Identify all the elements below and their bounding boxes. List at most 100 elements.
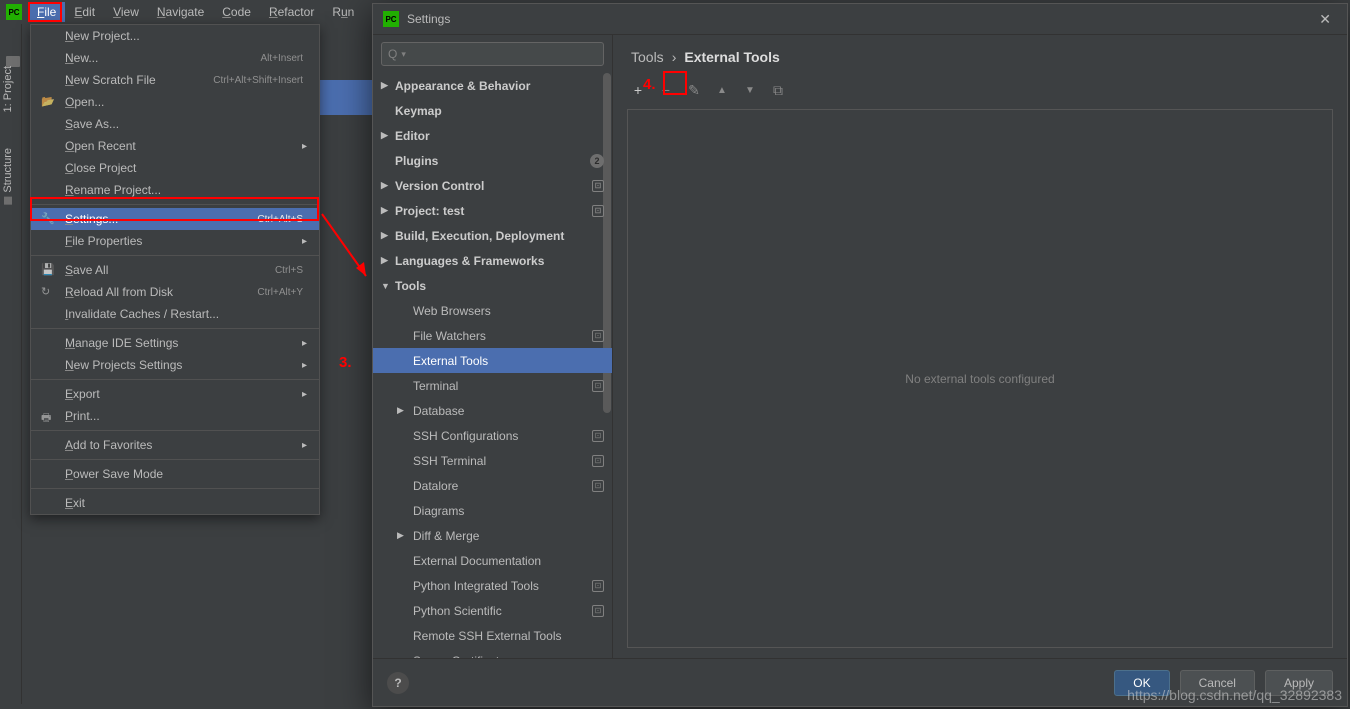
tree-item-label: SSH Configurations bbox=[413, 429, 518, 443]
chevron-down-icon: ▼ bbox=[381, 281, 390, 291]
file-menu-item[interactable]: Exit bbox=[31, 492, 319, 514]
file-menu-item[interactable]: File Properties▸ bbox=[31, 230, 319, 252]
settings-tree-item[interactable]: File Watchers ⊡ bbox=[373, 323, 612, 348]
menu-edit[interactable]: Edit bbox=[65, 2, 104, 22]
tree-item-label: Python Scientific bbox=[413, 604, 502, 618]
settings-tree-item[interactable]: ▼Tools bbox=[373, 273, 612, 298]
menu-item-shortcut: Ctrl+Alt+S bbox=[257, 214, 307, 225]
file-menu-item[interactable]: Power Save Mode bbox=[31, 463, 319, 485]
settings-tree-item[interactable]: Plugins2 bbox=[373, 148, 612, 173]
search-input[interactable] bbox=[410, 47, 597, 61]
file-menu-item[interactable]: 📂Open... bbox=[31, 91, 319, 113]
settings-tree-item[interactable]: External Tools bbox=[373, 348, 612, 373]
settings-tree-item[interactable]: External Documentation bbox=[373, 548, 612, 573]
tool-window-project-label: 1: Project bbox=[2, 66, 14, 112]
file-menu-item[interactable]: Manage IDE Settings▸ bbox=[31, 332, 319, 354]
menu-item-label: New... bbox=[65, 51, 98, 65]
menu-item-label: Add to Favorites bbox=[65, 438, 152, 452]
tool-window-project[interactable]: 1: Project bbox=[0, 58, 16, 120]
settings-tree-item[interactable]: Remote SSH External Tools bbox=[373, 623, 612, 648]
file-menu-item[interactable]: New Projects Settings▸ bbox=[31, 354, 319, 376]
help-button[interactable]: ? bbox=[387, 672, 409, 694]
app-icon: PC bbox=[383, 11, 399, 27]
settings-tree-item[interactable]: Python Scientific⊡ bbox=[373, 598, 612, 623]
breadcrumb-root[interactable]: Tools bbox=[631, 49, 664, 65]
watermark: https://blog.csdn.net/qq_32892383 bbox=[1127, 687, 1342, 703]
settings-tree-item[interactable]: SSH Terminal⊡ bbox=[373, 448, 612, 473]
settings-tree-item[interactable]: ▶Project: test⊡ bbox=[373, 198, 612, 223]
structure-icon bbox=[4, 197, 12, 205]
file-menu-item[interactable]: Save As... bbox=[31, 113, 319, 135]
file-menu-item[interactable]: Invalidate Caches / Restart... bbox=[31, 303, 319, 325]
count-badge: 2 bbox=[590, 154, 604, 168]
menu-item-label: Invalidate Caches / Restart... bbox=[65, 307, 219, 321]
file-menu-item[interactable]: 🖶Print... bbox=[31, 405, 319, 427]
project-scope-icon: ⊡ bbox=[592, 180, 604, 192]
breadcrumb: Tools › External Tools bbox=[613, 35, 1347, 75]
file-menu-item[interactable]: New...Alt+Insert bbox=[31, 47, 319, 69]
file-menu-item[interactable]: Export▸ bbox=[31, 383, 319, 405]
settings-tree-item[interactable]: Server Certificates bbox=[373, 648, 612, 658]
close-icon[interactable]: ✕ bbox=[1311, 7, 1339, 32]
tree-item-label: Version Control bbox=[395, 179, 484, 193]
external-tools-list: No external tools configured bbox=[627, 109, 1333, 648]
settings-tree-item[interactable]: Diagrams bbox=[373, 498, 612, 523]
edit-button[interactable]: ✎ bbox=[683, 79, 705, 101]
settings-search[interactable]: Q ▾ bbox=[381, 42, 604, 66]
chevron-right-icon: ▸ bbox=[302, 338, 307, 349]
move-up-button[interactable]: ▲ bbox=[711, 79, 733, 101]
file-menu-item[interactable]: Close Project bbox=[31, 157, 319, 179]
menu-separator bbox=[31, 255, 319, 256]
file-menu-item[interactable]: ↻Reload All from DiskCtrl+Alt+Y bbox=[31, 281, 319, 303]
file-menu-item[interactable]: New Project... bbox=[31, 25, 319, 47]
menu-item-label: Exit bbox=[65, 496, 85, 510]
settings-sidebar: Q ▾ ▶Appearance & BehaviorKeymap▶EditorP… bbox=[373, 35, 613, 658]
settings-tree-item[interactable]: SSH Configurations⊡ bbox=[373, 423, 612, 448]
file-menu-item[interactable]: Rename Project... bbox=[31, 179, 319, 201]
tree-item-label: Remote SSH External Tools bbox=[413, 629, 562, 643]
menu-item-shortcut: Ctrl+Alt+Y bbox=[257, 287, 307, 298]
settings-tree-item[interactable]: ▶Editor bbox=[373, 123, 612, 148]
tree-item-label: Editor bbox=[395, 129, 430, 143]
copy-button[interactable]: ⧉ bbox=[767, 79, 789, 101]
external-tools-toolbar: + − ✎ ▲ ▼ ⧉ bbox=[613, 75, 1347, 109]
file-menu-item[interactable]: Open Recent▸ bbox=[31, 135, 319, 157]
settings-tree-item[interactable]: Terminal⊡ bbox=[373, 373, 612, 398]
tool-window-structure[interactable]: Structure bbox=[0, 140, 16, 213]
settings-content: Tools › External Tools + − ✎ ▲ ▼ ⧉ No ex… bbox=[613, 35, 1347, 658]
menu-item-label: Print... bbox=[65, 409, 100, 423]
file-menu-item[interactable]: New Scratch FileCtrl+Alt+Shift+Insert bbox=[31, 69, 319, 91]
settings-tree-item[interactable]: ▶Diff & Merge bbox=[373, 523, 612, 548]
menu-code[interactable]: Code bbox=[213, 2, 260, 22]
settings-tree-item[interactable]: ▶Build, Execution, Deployment bbox=[373, 223, 612, 248]
project-scope-icon: ⊡ bbox=[592, 380, 604, 392]
settings-tree-item[interactable]: ▶Languages & Frameworks bbox=[373, 248, 612, 273]
project-scope-icon: ⊡ bbox=[592, 330, 604, 342]
menu-navigate[interactable]: Navigate bbox=[148, 2, 213, 22]
menu-view[interactable]: View bbox=[104, 2, 148, 22]
settings-tree-item[interactable]: Keymap bbox=[373, 98, 612, 123]
file-menu-dropdown: New Project...New...Alt+InsertNew Scratc… bbox=[30, 24, 320, 515]
file-menu-item[interactable]: 🔧Settings...Ctrl+Alt+S bbox=[31, 208, 319, 230]
menu-item-label: Reload All from Disk bbox=[65, 285, 173, 299]
menu-file[interactable]: File bbox=[28, 2, 65, 22]
settings-tree-item[interactable]: ▶Database bbox=[373, 398, 612, 423]
file-menu-item[interactable]: 💾Save AllCtrl+S bbox=[31, 259, 319, 281]
menu-item-shortcut: Ctrl+Alt+Shift+Insert bbox=[213, 75, 307, 86]
tree-item-label: Languages & Frameworks bbox=[395, 254, 544, 268]
settings-tree-item[interactable]: Web Browsers bbox=[373, 298, 612, 323]
menu-run[interactable]: Run bbox=[323, 2, 363, 22]
settings-tree-item[interactable]: ▶Version Control⊡ bbox=[373, 173, 612, 198]
settings-tree-item[interactable]: Python Integrated Tools⊡ bbox=[373, 573, 612, 598]
file-menu-item[interactable]: Add to Favorites▸ bbox=[31, 434, 319, 456]
tree-item-label: Database bbox=[413, 404, 464, 418]
menu-refactor[interactable]: Refactor bbox=[260, 2, 323, 22]
menu-item-label: Settings... bbox=[65, 212, 118, 226]
save-icon: 💾 bbox=[41, 263, 55, 277]
settings-tree-item[interactable]: Datalore⊡ bbox=[373, 473, 612, 498]
settings-tree-item[interactable]: ▶Appearance & Behavior bbox=[373, 73, 612, 98]
remove-button[interactable]: − bbox=[655, 79, 677, 101]
tree-item-label: Datalore bbox=[413, 479, 458, 493]
move-down-button[interactable]: ▼ bbox=[739, 79, 761, 101]
tree-item-label: File Watchers bbox=[413, 329, 486, 343]
